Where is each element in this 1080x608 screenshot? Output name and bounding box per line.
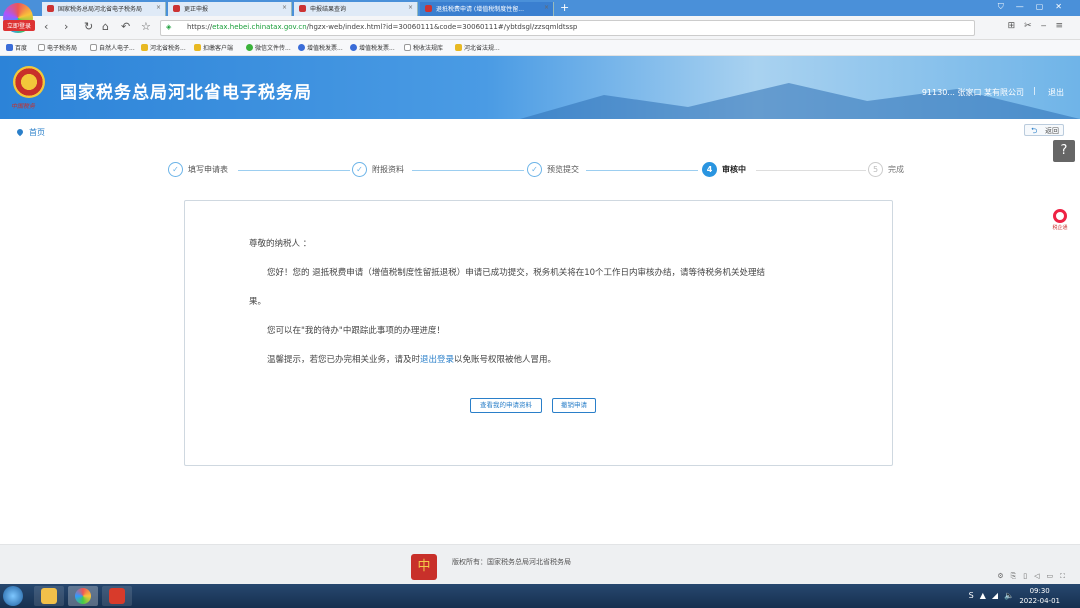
taskbar-wps[interactable]	[102, 586, 132, 606]
step-connector	[412, 170, 524, 171]
service-logo-icon	[1053, 209, 1067, 223]
new-tab-button[interactable]: +	[560, 1, 569, 14]
bookmark-icon	[141, 44, 148, 51]
step-connector	[756, 170, 866, 171]
location-pin-icon	[15, 127, 25, 137]
browser-tab-bar: 国家税务总局河北省电子税务局 × 更正申报 × 申报结果查询 × 退抵税费申请 (增值…	[0, 0, 1080, 16]
header-separator: |	[1033, 86, 1036, 95]
submission-message: 您好！您的 退抵税费申请（增值税制度性留抵退税）申请已成功提交，税务机关将在10…	[267, 268, 766, 278]
breadcrumb[interactable]: 首页	[15, 127, 45, 138]
site-header: 中国税务 国家税务总局河北省电子税务局 91130... 张家口 某有限公司 |…	[0, 56, 1080, 119]
security-tip: 温馨提示，若您已办完相关业务，请及时退出登录以免账号权限被他人冒用。	[267, 355, 557, 365]
great-wall-mountain-graphic	[520, 83, 1080, 119]
step-under-review: 4 审核中	[702, 162, 746, 177]
tax-favicon-icon	[173, 5, 180, 12]
tax-favicon-icon	[299, 5, 306, 12]
browser-icon	[75, 588, 91, 604]
login-badge[interactable]: 立即登录	[3, 20, 35, 31]
greeting: 尊敬的纳税人 ：	[249, 239, 312, 249]
folder-icon	[41, 588, 57, 604]
system-tray-icons[interactable]: S▲◢🔈	[969, 591, 1020, 600]
logout-link[interactable]: 退出	[1048, 87, 1064, 98]
bookmark-item[interactable]: 电子税务局	[38, 43, 77, 52]
browser-tab[interactable]: 申报结果查询 ×	[294, 2, 418, 16]
bookmarks-bar: 百度 电子税务局 自然人电子... 河北省税务... 扣缴客户端 微信文件传..…	[0, 40, 1080, 56]
taxpayer-name: 91130... 张家口 某有限公司	[921, 88, 1024, 97]
bookmark-icon	[404, 44, 411, 51]
start-button[interactable]	[3, 586, 23, 606]
tax-favicon-icon	[47, 5, 54, 12]
taskbar-clock[interactable]: 09:30 2022-04-01	[1019, 586, 1060, 606]
back-arrow-icon[interactable]: ‹	[44, 20, 48, 33]
check-icon: ✓	[527, 162, 542, 177]
view-application-button[interactable]: 查看我的申请资料	[470, 398, 542, 413]
browser-logo-icon[interactable]: 立即登录	[3, 3, 35, 33]
browser-tab[interactable]: 国家税务总局河北省电子税务局 ×	[42, 2, 166, 16]
back-button[interactable]: 返回	[1024, 124, 1064, 139]
bookmark-icon	[38, 44, 45, 51]
page-footer: 中 版权所有：国家税务总局河北省税务局	[0, 544, 1080, 584]
secure-shield-icon: ◈	[166, 23, 172, 31]
bookmark-item[interactable]: 自然人电子...	[90, 43, 135, 52]
bookmark-item[interactable]: 扣缴客户端	[194, 43, 233, 52]
submission-result-card: 尊敬的纳税人 ： 您好！您的 退抵税费申请（增值税制度性留抵退税）申请已成功提交…	[184, 200, 893, 466]
browser-status-icons[interactable]: ⚙⎘▯◁▭⛶	[930, 572, 1080, 584]
close-tab-icon[interactable]: ×	[408, 4, 413, 11]
taskbar-browser[interactable]	[68, 586, 98, 606]
window-controls[interactable]: ⛉—▢✕	[998, 2, 1074, 12]
help-button[interactable]: ?	[1053, 140, 1075, 162]
tax-bureau-logo-icon: 中	[411, 554, 437, 580]
browser-tab-active[interactable]: 退抵税费申请 (增值税制度性留... ×	[420, 2, 554, 16]
bookmark-icon	[6, 44, 13, 51]
tax-favicon-icon	[425, 5, 432, 12]
emblem-caption: 中国税务	[11, 103, 36, 110]
bookmark-item[interactable]: 税收法规库	[404, 43, 443, 52]
forward-arrow-icon[interactable]: ›	[64, 20, 68, 33]
submission-message-cont: 果。	[249, 297, 267, 307]
star-icon[interactable]: ☆	[141, 20, 151, 33]
step-connector	[586, 170, 698, 171]
taskbar-explorer[interactable]	[34, 586, 64, 606]
bookmark-icon	[90, 44, 97, 51]
step-attachments: ✓ 附报资料	[352, 162, 404, 177]
check-icon: ✓	[168, 162, 183, 177]
step-connector	[238, 170, 350, 171]
close-tab-icon[interactable]: ×	[544, 4, 549, 11]
track-progress-note: 您可以在"我的待办"中跟踪此事项的办理进度！	[267, 326, 445, 336]
progress-steps: ✓ 填写申请表 ✓ 附报资料 ✓ 预览提交 4 审核中 5 完成	[168, 162, 908, 180]
windows-taskbar: S▲◢🔈 09:30 2022-04-01	[0, 584, 1080, 608]
tax-emblem-logo	[13, 66, 45, 98]
side-service-widget[interactable]: 税企通	[1050, 209, 1070, 239]
address-toolbar: ‹ › ↻ ⌂ ↶ ☆ ◈ https://etax.hebei.chinata…	[0, 16, 1080, 40]
bookmark-item[interactable]: 增值税发票...	[298, 43, 343, 52]
url-input[interactable]: ◈ https://etax.hebei.chinatax.gov.cn/hgz…	[160, 20, 975, 36]
bookmark-item[interactable]: 河北省法规...	[455, 43, 500, 52]
bookmark-item[interactable]: 增值税发票...	[350, 43, 395, 52]
site-title: 国家税务总局河北省电子税务局	[60, 83, 312, 103]
step-fill-form: ✓ 填写申请表	[168, 162, 228, 177]
undo-icon[interactable]: ↶	[121, 20, 130, 33]
step-complete: 5 完成	[868, 162, 904, 177]
wechat-icon	[246, 44, 253, 51]
step-preview-submit: ✓ 预览提交	[527, 162, 579, 177]
close-tab-icon[interactable]: ×	[282, 4, 287, 11]
home-icon[interactable]: ⌂	[102, 20, 109, 33]
bookmark-icon	[298, 44, 305, 51]
close-tab-icon[interactable]: ×	[156, 4, 161, 11]
bookmark-item[interactable]: 河北省税务...	[141, 43, 186, 52]
wps-icon	[109, 588, 125, 604]
browser-tab[interactable]: 更正申报 ×	[168, 2, 292, 16]
revoke-application-button[interactable]: 撤销申请	[552, 398, 596, 413]
bookmark-item[interactable]: 百度	[6, 43, 27, 52]
breadcrumb-home[interactable]: 首页	[29, 128, 45, 137]
refresh-icon[interactable]: ↻	[84, 20, 93, 33]
bookmark-icon	[455, 44, 462, 51]
bookmark-icon	[350, 44, 357, 51]
logout-inline-link[interactable]: 退出登录	[420, 355, 454, 365]
bookmark-item[interactable]: 微信文件传...	[246, 43, 291, 52]
bookmark-icon	[194, 44, 201, 51]
copyright-text: 版权所有：国家税务总局河北省税务局	[452, 558, 571, 566]
check-icon: ✓	[352, 162, 367, 177]
browser-tools-icons[interactable]: ⊞✂‒≡	[1008, 21, 1072, 31]
